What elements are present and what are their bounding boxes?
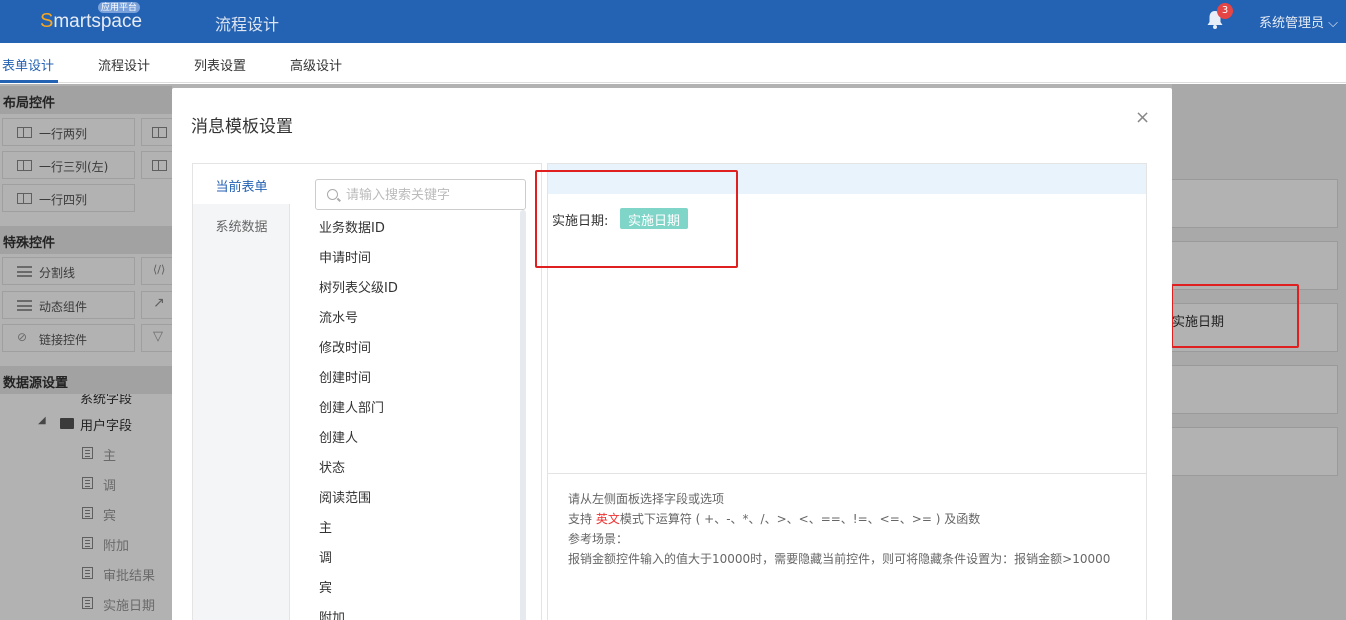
field-item[interactable]: 主 (319, 517, 332, 536)
top-bar: Smartspace 应用平台 流程设计 3 系统管理员 ⌵ (0, 0, 1346, 43)
field-item[interactable]: 修改时间 (319, 337, 371, 356)
notification-badge: 3 (1217, 3, 1233, 19)
highlight-box (535, 170, 738, 268)
field-item[interactable]: 申请时间 (319, 247, 371, 266)
dialog-title: 消息模板设置 (191, 117, 293, 137)
logo: Smartspace 应用平台 (40, 2, 143, 32)
tab-form-design[interactable]: 表单设计 (2, 55, 54, 74)
field-item[interactable]: 业务数据ID (319, 217, 385, 236)
field-item[interactable]: 流水号 (319, 307, 358, 326)
tab-list-settings[interactable]: 列表设置 (194, 55, 246, 74)
field-item[interactable]: 附加 (319, 607, 345, 620)
field-item[interactable]: 宾 (319, 577, 332, 596)
app-title: 流程设计 (215, 15, 280, 34)
user-menu[interactable]: 系统管理员 ⌵ (1259, 12, 1338, 31)
help-text: 请从左侧面板选择字段或选项 (568, 492, 725, 506)
message-template-dialog: 消息模板设置 × 当前表单 系统数据 业务数据ID 申请时间 树列表父级ID 流… (172, 88, 1172, 620)
tab-current-form[interactable]: 当前表单 (193, 164, 290, 204)
field-item[interactable]: 状态 (319, 457, 345, 476)
logo-tag: 应用平台 (98, 2, 141, 13)
field-item[interactable]: 调 (319, 547, 332, 566)
design-tabs: 表单设计 流程设计 列表设置 高级设计 (0, 43, 1346, 83)
field-item[interactable]: 树列表父级ID (319, 277, 398, 296)
field-list-scrollbar[interactable] (520, 210, 526, 620)
editor-divider (548, 473, 1146, 474)
active-tab-indicator (0, 80, 58, 83)
help-scenario-title: 参考场景： (568, 532, 629, 546)
field-item[interactable]: 阅读范围 (319, 487, 371, 506)
tab-flow-design[interactable]: 流程设计 (98, 55, 150, 74)
close-icon[interactable]: × (1135, 107, 1150, 128)
highlight-box (1171, 284, 1299, 348)
field-item[interactable]: 创建人 (319, 427, 358, 446)
search-icon (327, 189, 338, 200)
help-operators: 支持 英文模式下运算符 ( +、-、*、/、>、<、==、!=、<=、>= ) … (568, 512, 981, 526)
search-input[interactable] (346, 185, 521, 205)
search-box[interactable] (315, 179, 526, 210)
field-item[interactable]: 创建时间 (319, 367, 371, 386)
source-tabs: 当前表单 系统数据 (192, 163, 290, 620)
tab-system-data[interactable]: 系统数据 (193, 204, 290, 242)
tab-advanced-design[interactable]: 高级设计 (290, 55, 342, 74)
field-item[interactable]: 创建人部门 (319, 397, 384, 416)
help-scenario-example: 报销金额控件输入的值大于10000时，需要隐藏当前控件，则可将隐藏条件设置为：报… (568, 552, 1111, 566)
chevron-down-icon: ⌵ (1324, 16, 1339, 31)
